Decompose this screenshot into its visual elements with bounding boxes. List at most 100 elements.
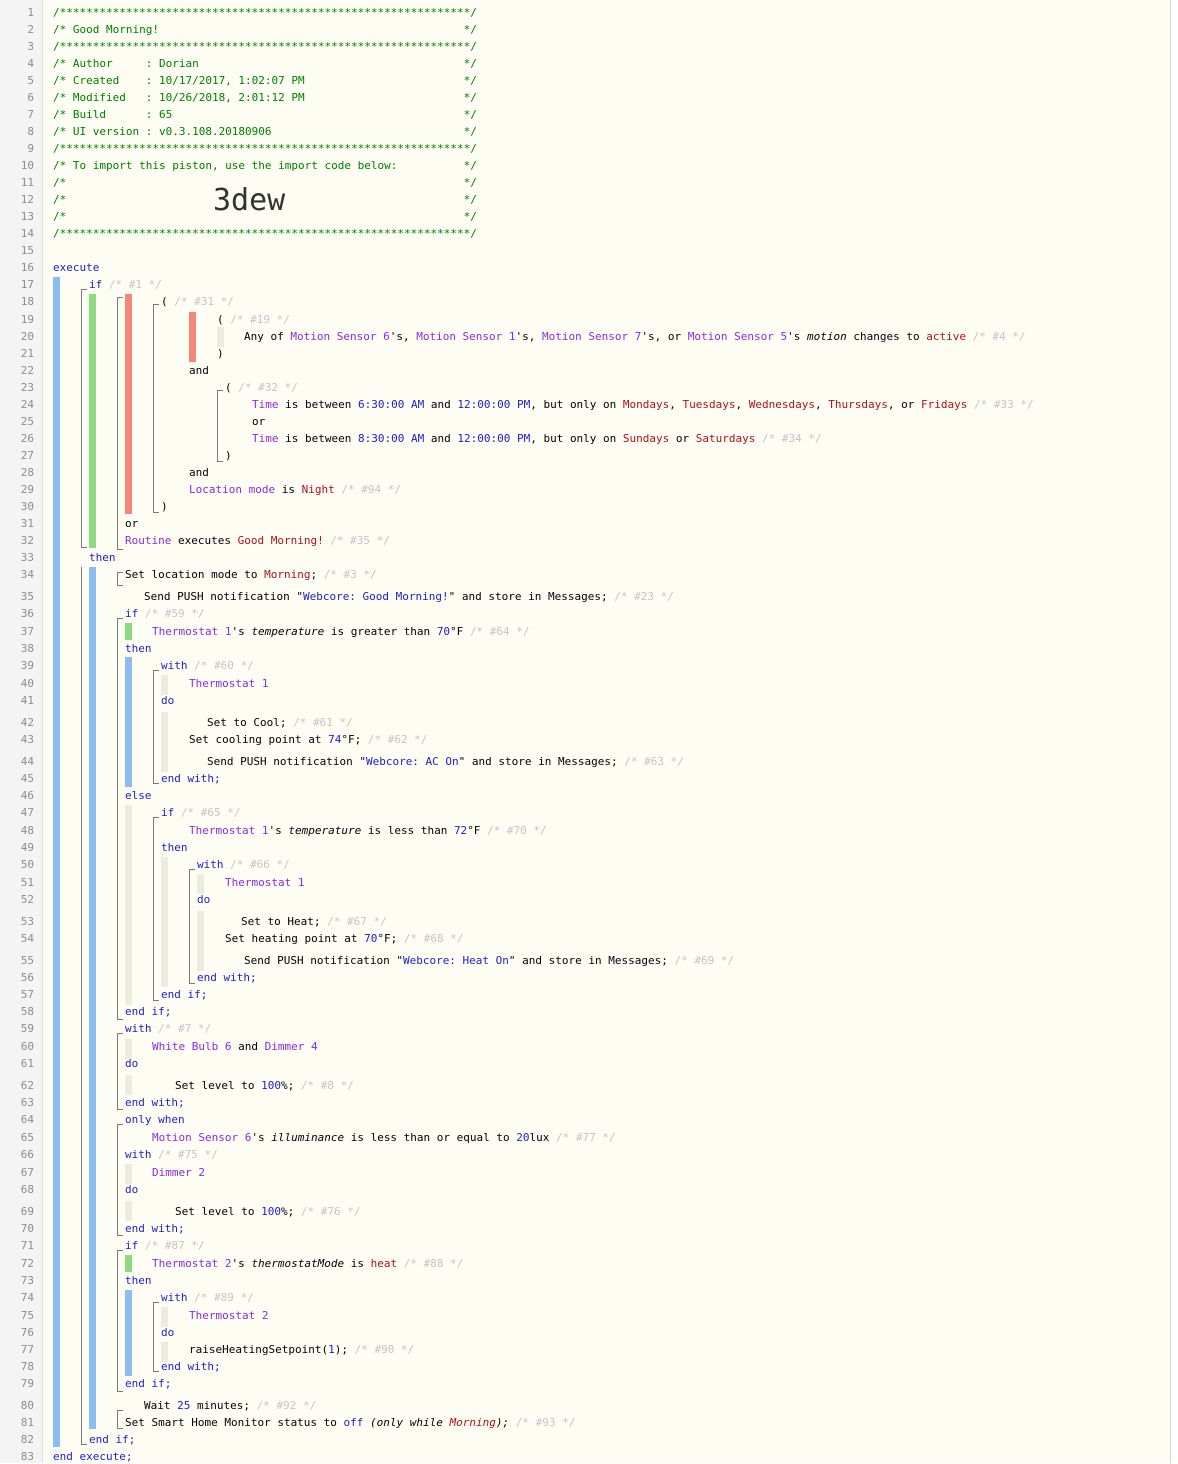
line-number: 19: [20, 313, 34, 326]
action-set-level[interactable]: Set level to 100%; /* #76 */: [175, 1205, 360, 1219]
code-line-61: do: [125, 1057, 139, 1070]
line-number: 1: [27, 6, 34, 19]
line-number: 2: [27, 23, 34, 36]
action-raise-heating-setpoint[interactable]: raiseHeatingSetpoint(1); /* #90 */: [189, 1343, 414, 1357]
condition-location-mode[interactable]: Location mode is Night /* #94 */: [189, 483, 401, 497]
if59-bracket: [117, 618, 123, 1020]
code-line-50[interactable]: with /* #66 */: [197, 858, 290, 872]
line-number: 78: [20, 1360, 34, 1373]
line-number: 79: [20, 1377, 34, 1390]
line-number: 65: [20, 1131, 34, 1144]
line-number: 12: [20, 193, 34, 206]
cond19-bar: [217, 327, 224, 347]
line-number: 27: [20, 449, 34, 462]
action-set-heating-point[interactable]: Set heating point at 70°F; /* #68 */: [225, 932, 463, 946]
code-line-71[interactable]: if /* #87 */: [125, 1239, 204, 1253]
devices-bulb-dimmer[interactable]: White Bulb 6 and Dimmer 4: [152, 1040, 318, 1054]
device-thermostat-1[interactable]: Thermostat 1: [189, 677, 268, 691]
condition-routine[interactable]: Routine executes Good Morning! /* #35 */: [125, 534, 390, 548]
group19-bar[interactable]: [189, 312, 196, 362]
code-editor[interactable]: 1 2 3 4 5 6 7 8 9 10 11 12 13 14 15 16 17 18 19 20 21 22 23 24 2…: [0, 0, 1171, 1463]
line-number: 23: [20, 381, 34, 394]
condition-time-weekend[interactable]: Time is between 8:30:00 AM and 12:00:00 …: [252, 432, 822, 446]
action-push-good-morning[interactable]: Send PUSH notification "Webcore: Good Mo…: [144, 590, 674, 604]
line-number: 57: [20, 988, 34, 1001]
line-number: 81: [20, 1416, 34, 1429]
line-number: 4: [27, 57, 34, 70]
if59-then-bar[interactable]: [125, 657, 132, 787]
line-number: 80: [20, 1399, 34, 1412]
line-number: 76: [20, 1326, 34, 1339]
line-number: 34: [20, 568, 34, 581]
if87-then-bar[interactable]: [125, 1290, 132, 1376]
if1-condition-bar[interactable]: [89, 294, 96, 548]
with75-do-bar: [125, 1201, 132, 1221]
action-set-location-mode[interactable]: Set location mode to Morning; /* #3 */: [125, 568, 377, 582]
code-line-31: or: [125, 517, 139, 530]
device-thermostat-1[interactable]: Thermostat 1: [225, 876, 304, 890]
line-number: 28: [20, 466, 34, 479]
code-line-30: ): [161, 500, 168, 513]
with66-devices-bar: [197, 874, 204, 894]
code-line-47[interactable]: if /* #65 */: [161, 806, 240, 820]
if59-condition-bar[interactable]: [125, 623, 132, 640]
code-line-58: end if;: [125, 1005, 172, 1018]
if87-condition-bar[interactable]: [125, 1255, 132, 1272]
device-dimmer-2[interactable]: Dimmer 2: [152, 1166, 205, 1180]
with60-bracket: [153, 670, 159, 784]
line-number: 36: [20, 607, 34, 620]
code-line-56: end with;: [197, 971, 257, 984]
header-ui-version: /* UI version : v0.3.108.20180906 */: [53, 125, 477, 138]
code-line-39[interactable]: with /* #60 */: [161, 659, 254, 673]
line-number: 29: [20, 483, 34, 496]
condition-motion[interactable]: Any of Motion Sensor 6's, Motion Sensor …: [244, 330, 1026, 344]
code-line-16[interactable]: execute: [53, 261, 99, 275]
line-number: 60: [20, 1040, 34, 1053]
with75-devices-bar: [125, 1164, 132, 1184]
code-line-49: then: [161, 841, 188, 854]
with89-bracket: [153, 1302, 159, 1372]
code-line-82: end if;: [89, 1433, 136, 1446]
condition-temp-less[interactable]: Thermostat 1's temperature is less than …: [189, 824, 547, 838]
header-import-note: /* To import this piston, use the import…: [53, 159, 477, 172]
group31-bar[interactable]: [125, 294, 132, 514]
line-number: 63: [20, 1096, 34, 1109]
line-number: 64: [20, 1113, 34, 1126]
line-number: 44: [20, 755, 34, 768]
condition-time-weekdays[interactable]: Time is between 6:30:00 AM and 12:00:00 …: [252, 398, 1034, 412]
code-line-17[interactable]: if /* #1 */: [89, 278, 162, 292]
code-line-18[interactable]: ( /* #31 */: [161, 295, 234, 309]
code-line-74[interactable]: with /* #89 */: [161, 1291, 254, 1305]
action-set-level[interactable]: Set level to 100%; /* #8 */: [175, 1079, 354, 1093]
action-wait[interactable]: Wait 25 minutes; /* #92 */: [144, 1399, 316, 1413]
condition-temp-greater[interactable]: Thermostat 1's temperature is greater th…: [152, 625, 530, 639]
code-line-59[interactable]: with /* #7 */: [125, 1022, 211, 1036]
line-number: 6: [27, 91, 34, 104]
code-line-23[interactable]: ( /* #32 */: [225, 381, 298, 395]
with7-bracket: [117, 1033, 123, 1110]
with60-devices-bar: [161, 675, 168, 695]
if1-then-bar[interactable]: [89, 567, 96, 1429]
line-number: 48: [20, 824, 34, 837]
action-set-cooling-point[interactable]: Set cooling point at 74°F; /* #62 */: [189, 733, 427, 747]
code-line-33: then: [89, 551, 116, 564]
line-number: 40: [20, 677, 34, 690]
action-set-heat[interactable]: Set to Heat; /* #67 */: [241, 915, 387, 929]
line-number: 7: [27, 108, 34, 121]
action-push-heat-on[interactable]: Send PUSH notification "Webcore: Heat On…: [244, 954, 734, 968]
header-border: /***************************************…: [53, 227, 477, 240]
code-line-66[interactable]: with /* #75 */: [125, 1148, 218, 1162]
action-set-cool[interactable]: Set to Cool; /* #61 */: [207, 716, 353, 730]
code-line-19[interactable]: ( /* #19 */: [217, 313, 290, 327]
device-thermostat-2[interactable]: Thermostat 2: [189, 1309, 268, 1323]
line-number: 75: [20, 1309, 34, 1322]
with7-devices-bar: [125, 1039, 132, 1059]
condition-illuminance[interactable]: Motion Sensor 6's illuminance is less th…: [152, 1131, 616, 1145]
code-line-36[interactable]: if /* #59 */: [125, 607, 204, 621]
condition-thermostat-mode[interactable]: Thermostat 2's thermostatMode is heat /*…: [152, 1257, 463, 1271]
with60-do-bar: [161, 712, 168, 772]
action-push-ac-on[interactable]: Send PUSH notification "Webcore: AC On" …: [207, 755, 684, 769]
action-set-shm[interactable]: Set Smart Home Monitor status to off (on…: [125, 1416, 575, 1430]
with66-bracket: [189, 869, 195, 984]
execute-block-bar[interactable]: [53, 277, 60, 1447]
